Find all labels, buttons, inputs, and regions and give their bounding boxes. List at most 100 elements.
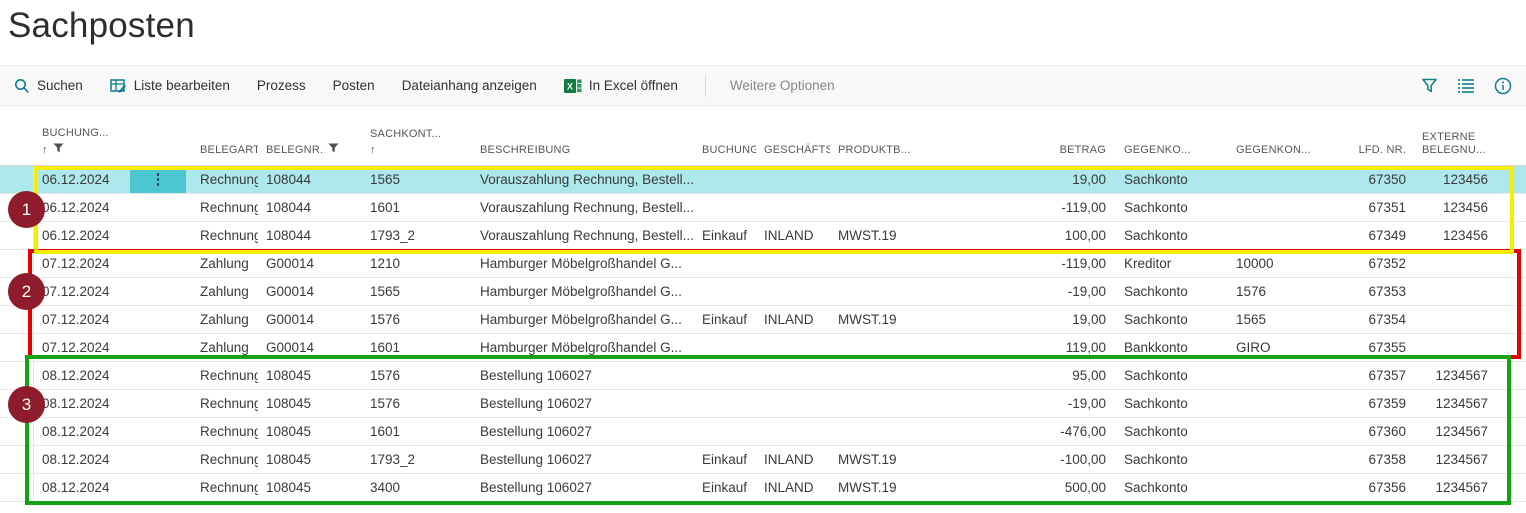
cell-belegart: Zahlung	[192, 278, 258, 305]
cell-externe-belegnr	[1414, 334, 1526, 361]
table-row[interactable]: 08.12.2024 ⋮ Rechnung 108045 1601 Bestel…	[0, 418, 1526, 446]
row-selector-cell[interactable]	[0, 306, 34, 333]
cell-lfdnr: 67355	[1358, 334, 1414, 361]
row-selector-cell[interactable]	[0, 390, 34, 417]
choose-columns-icon[interactable]	[1457, 78, 1475, 93]
cell-produktbuchungsgruppe: MWST.19	[830, 306, 926, 333]
table-row[interactable]: 08.12.2024 ⋮ Rechnung 108045 3400 Bestel…	[0, 474, 1526, 502]
table-row[interactable]: 06.12.2024 ⋮ Rechnung 108044 1601 Voraus…	[0, 194, 1526, 222]
column-header-gegenkon[interactable]: GEGENKON...	[1228, 106, 1358, 165]
column-filter-icon	[53, 143, 64, 157]
more-options-label: Weitere Optionen	[730, 78, 835, 93]
column-header-sachkonto[interactable]: SACHKONT... ↑	[362, 106, 472, 165]
cell-sachkonto[interactable]: 1601	[362, 418, 472, 445]
cell-externe-belegnr: 123456	[1414, 222, 1526, 249]
cell-row-menu: ⋮	[130, 334, 192, 361]
column-header-externe-belegnr[interactable]: EXTERNE BELEGNU...	[1414, 106, 1526, 165]
cell-gegenkontoart: Sachkonto	[1116, 418, 1228, 445]
cell-sachkonto[interactable]: 1576	[362, 362, 472, 389]
cell-row-menu: ⋮	[130, 222, 192, 249]
filter-icon[interactable]	[1421, 77, 1438, 94]
cell-betrag: -476,00	[926, 418, 1116, 445]
cell-produktbuchungsgruppe	[830, 418, 926, 445]
open-in-excel-label: In Excel öffnen	[589, 78, 678, 93]
cell-beschreibung: Hamburger Möbelgroßhandel G...	[472, 334, 694, 361]
cell-buchungsdatum: 06.12.2024	[34, 166, 130, 193]
row-selector-cell[interactable]	[0, 418, 34, 445]
row-menu-button[interactable]: ⋮	[130, 166, 186, 193]
table-row[interactable]: 07.12.2024 ⋮ Zahlung G00014 1601 Hamburg…	[0, 334, 1526, 362]
column-header-produktb[interactable]: PRODUKTB...	[830, 106, 926, 165]
cell-buchungsdatum: 07.12.2024	[34, 250, 130, 277]
table-row[interactable]: 06.12.2024 ⋮ Rechnung 108044 1793_2 Vora…	[0, 222, 1526, 250]
cell-externe-belegnr	[1414, 278, 1526, 305]
cell-belegart: Rechnung	[192, 474, 258, 501]
column-header-buchungsdatum[interactable]: BUCHUNG... ↑	[34, 106, 130, 165]
more-options-button[interactable]: Weitere Optionen	[730, 78, 835, 93]
row-selector-cell[interactable]	[0, 334, 34, 361]
row-selector-cell[interactable]	[0, 474, 34, 501]
table-row[interactable]: 08.12.2024 ⋮ Rechnung 108045 1793_2 Best…	[0, 446, 1526, 474]
action-toolbar: Suchen Liste bearbeiten Prozess Posten D…	[0, 65, 1526, 106]
cell-buchungsart	[694, 418, 756, 445]
cell-buchungsart: Einkauf	[694, 446, 756, 473]
cell-sachkonto[interactable]: 1793_2	[362, 222, 472, 249]
table-row[interactable]: 07.12.2024 ⋮ Zahlung G00014 1210 Hamburg…	[0, 250, 1526, 278]
search-button[interactable]: Suchen	[14, 78, 83, 94]
column-header-buchung2[interactable]: BUCHUNG...	[694, 106, 756, 165]
table-row[interactable]: 07.12.2024 ⋮ Zahlung G00014 1576 Hamburg…	[0, 306, 1526, 334]
column-header-betrag[interactable]: BETRAG	[926, 106, 1116, 165]
column-label: BELEGNR.	[266, 144, 323, 157]
edit-list-button[interactable]: Liste bearbeiten	[110, 78, 230, 94]
table-row[interactable]: 08.12.2024 ⋮ Rechnung 108045 1576 Bestel…	[0, 362, 1526, 390]
table-row[interactable]: 08.12.2024 ⋮ Rechnung 108045 1576 Bestel…	[0, 390, 1526, 418]
column-header-gegenko[interactable]: GEGENKO...	[1116, 106, 1228, 165]
posten-menu-button[interactable]: Posten	[333, 78, 375, 93]
column-header-lfdnr[interactable]: LFD. NR.	[1358, 106, 1414, 165]
cell-sachkonto[interactable]: 1601	[362, 194, 472, 221]
show-attachment-button[interactable]: Dateianhang anzeigen	[402, 78, 537, 93]
row-selector-cell[interactable]	[0, 278, 34, 305]
process-menu-button[interactable]: Prozess	[257, 78, 306, 93]
table-row[interactable]: 06.12.2024 ⋮ Rechnung 108044 1565 Voraus…	[0, 166, 1526, 194]
cell-belegnr: G00014	[258, 306, 362, 333]
row-selector-cell[interactable]	[0, 194, 34, 221]
svg-text:X: X	[567, 81, 573, 91]
cell-produktbuchungsgruppe	[830, 166, 926, 193]
excel-icon: X	[564, 78, 582, 94]
cell-buchungsdatum: 08.12.2024	[34, 362, 130, 389]
row-selector-cell[interactable]	[0, 250, 34, 277]
cell-geschaeftsbuchungsgruppe	[756, 250, 830, 277]
cell-sachkonto[interactable]: 1565	[362, 278, 472, 305]
info-icon[interactable]	[1494, 77, 1512, 95]
cell-sachkonto[interactable]: 1601	[362, 334, 472, 361]
cell-betrag: -100,00	[926, 446, 1116, 473]
cell-lfdnr: 67352	[1358, 250, 1414, 277]
column-header-belegnr[interactable]: BELEGNR.	[258, 106, 362, 165]
cell-sachkonto[interactable]: 1565	[362, 166, 472, 193]
column-header-belegart[interactable]: BELEGART	[192, 106, 258, 165]
cell-sachkonto[interactable]: 1793_2	[362, 446, 472, 473]
cell-row-menu: ⋮	[130, 278, 192, 305]
open-in-excel-button[interactable]: X In Excel öffnen	[564, 78, 678, 94]
cell-sachkonto[interactable]: 3400	[362, 474, 472, 501]
cell-sachkonto[interactable]: 1210	[362, 250, 472, 277]
cell-betrag: 119,00	[926, 334, 1116, 361]
cell-externe-belegnr: 1234567	[1414, 446, 1526, 473]
column-label: GESCHÄFTS...	[764, 144, 830, 157]
cell-sachkonto[interactable]: 1576	[362, 306, 472, 333]
column-header-beschreibung[interactable]: BESCHREIBUNG	[472, 106, 694, 165]
table-row[interactable]: 07.12.2024 ⋮ Zahlung G00014 1565 Hamburg…	[0, 278, 1526, 306]
cell-buchungsart	[694, 362, 756, 389]
row-selector-cell[interactable]	[0, 222, 34, 249]
cell-geschaeftsbuchungsgruppe	[756, 390, 830, 417]
row-selector-cell[interactable]	[0, 362, 34, 389]
cell-betrag: 95,00	[926, 362, 1116, 389]
column-header-geschaefts[interactable]: GESCHÄFTS...	[756, 106, 830, 165]
row-selector-cell[interactable]	[0, 166, 34, 193]
cell-sachkonto[interactable]: 1576	[362, 390, 472, 417]
cell-gegenkontonr	[1228, 166, 1358, 193]
row-selector-cell[interactable]	[0, 446, 34, 473]
cell-gegenkontoart: Kreditor	[1116, 250, 1228, 277]
cell-belegnr: 108044	[258, 166, 362, 193]
